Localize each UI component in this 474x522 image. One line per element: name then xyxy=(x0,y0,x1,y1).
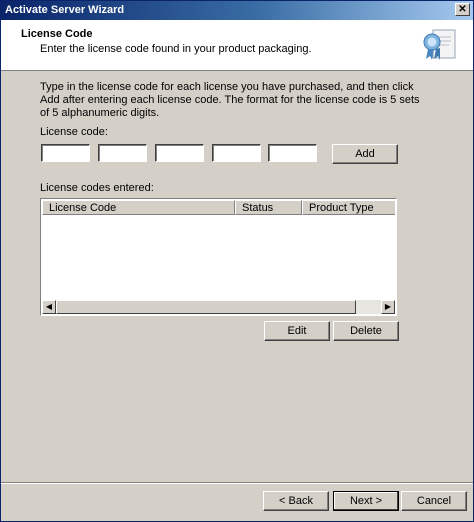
window-title: Activate Server Wizard xyxy=(5,4,125,16)
list-header: License Code Status Product Type xyxy=(42,200,395,215)
close-icon: ✕ xyxy=(458,4,467,15)
arrow-right-icon: ▶ xyxy=(384,302,392,311)
page-title: License Code xyxy=(21,28,93,40)
license-code-field-4[interactable] xyxy=(212,144,261,162)
arrow-left-icon: ◀ xyxy=(45,302,53,311)
footer-divider xyxy=(1,482,473,484)
column-header-product-type[interactable]: Product Type xyxy=(302,200,395,215)
license-code-field-1[interactable] xyxy=(41,144,90,162)
page-subtitle: Enter the license code found in your pro… xyxy=(40,43,312,55)
license-code-field-5[interactable] xyxy=(268,144,317,162)
license-code-label: License code: xyxy=(40,126,108,138)
column-header-license-code[interactable]: License Code xyxy=(42,200,235,215)
license-code-field-2[interactable] xyxy=(98,144,147,162)
wizard-window: Activate Server Wizard ✕ License Code En… xyxy=(0,0,474,522)
scroll-thumb[interactable] xyxy=(56,300,356,314)
close-button[interactable]: ✕ xyxy=(455,3,470,16)
horizontal-scrollbar[interactable]: ◀ ▶ xyxy=(42,300,395,314)
edit-button[interactable]: Edit xyxy=(264,321,330,341)
delete-button[interactable]: Delete xyxy=(333,321,399,341)
license-certificate-icon xyxy=(421,26,459,64)
next-button[interactable]: Next > xyxy=(333,491,399,511)
column-header-status[interactable]: Status xyxy=(235,200,302,215)
back-button[interactable]: < Back xyxy=(263,491,329,511)
wizard-header: License Code Enter the license code foun… xyxy=(1,20,473,71)
scroll-right-button[interactable]: ▶ xyxy=(381,300,395,314)
add-button[interactable]: Add xyxy=(332,144,398,164)
instructions-text: Type in the license code for each licens… xyxy=(40,81,420,119)
scroll-left-button[interactable]: ◀ xyxy=(42,300,56,314)
license-code-field-3[interactable] xyxy=(155,144,204,162)
title-bar[interactable]: Activate Server Wizard ✕ xyxy=(1,1,473,20)
license-codes-list[interactable]: License Code Status Product Type ◀ ▶ xyxy=(40,198,397,316)
license-codes-entered-label: License codes entered: xyxy=(40,182,154,194)
cancel-button[interactable]: Cancel xyxy=(401,491,467,511)
